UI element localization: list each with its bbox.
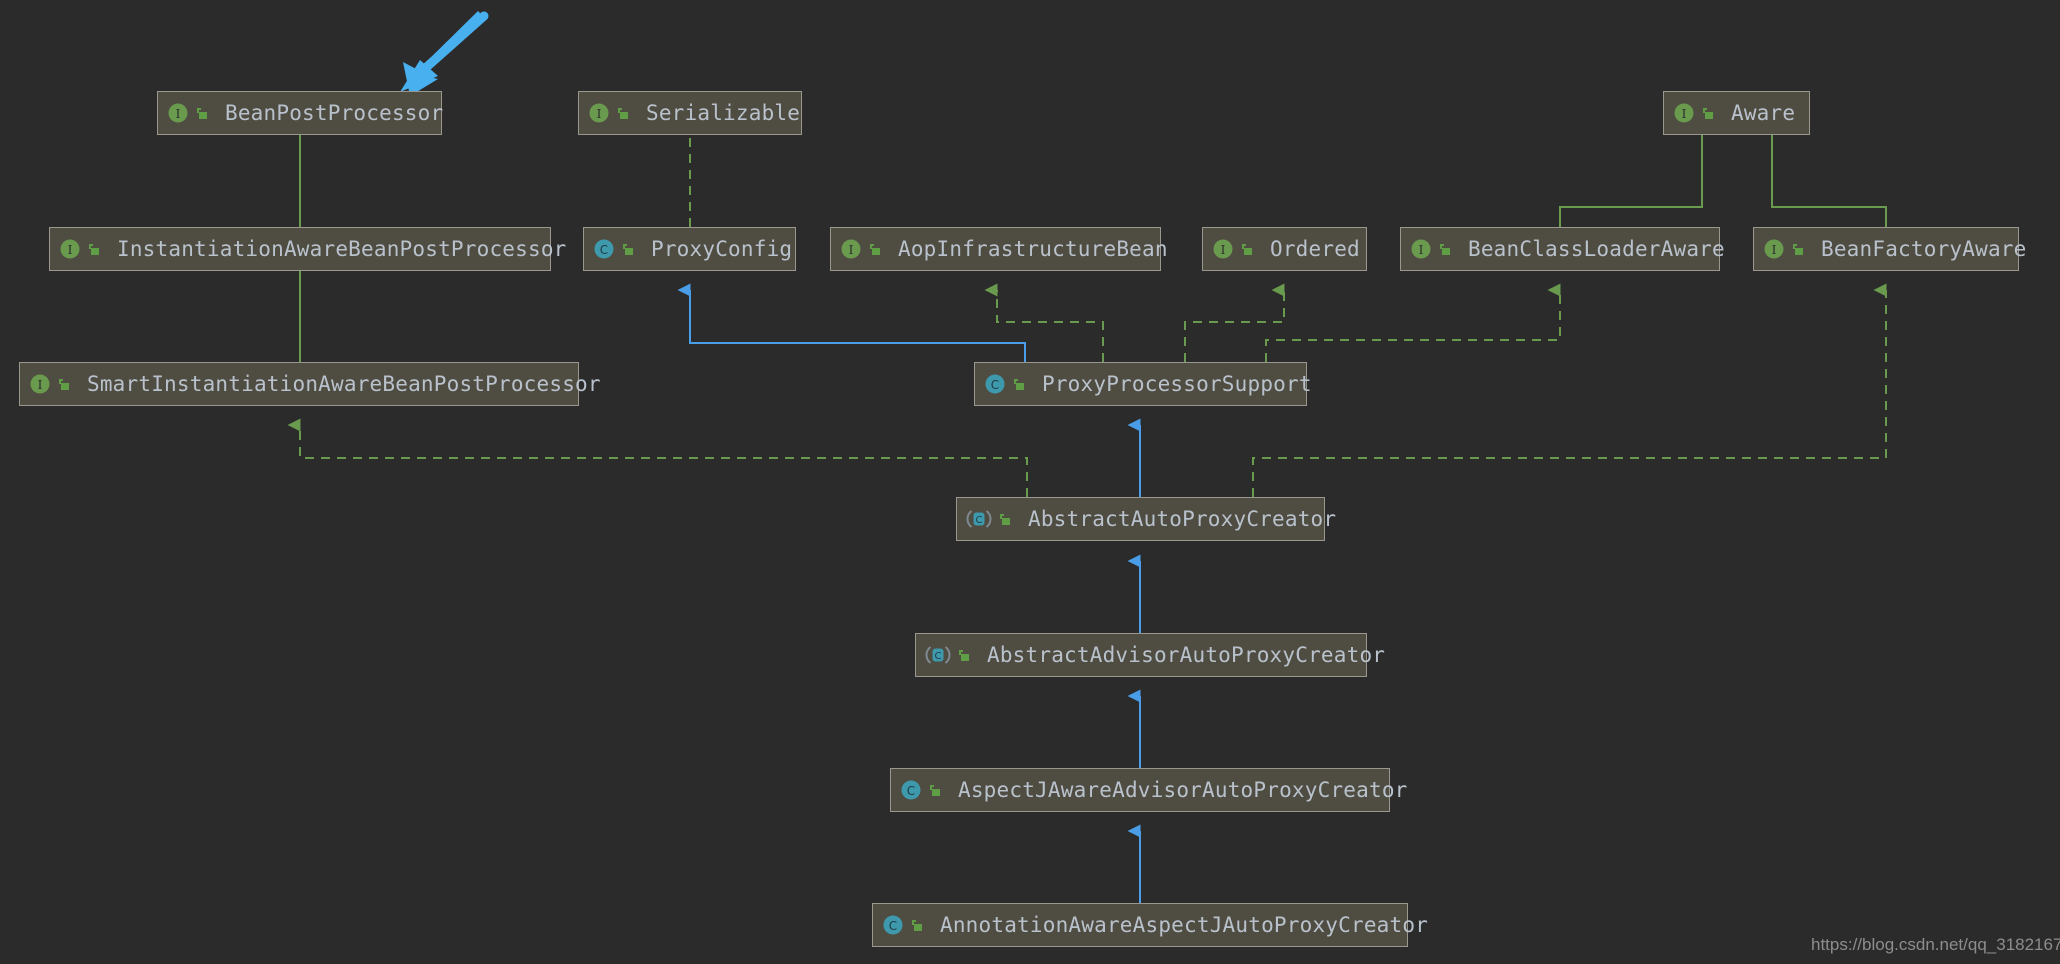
svg-text:I: I [38,378,43,392]
node-beanclassloaderaware[interactable]: I BeanClassLoaderAware [1400,227,1725,271]
edge-proxyprocessorsupport-to-beanclassloaderaware [1265,283,1561,362]
node-smartinstantiationawarebeanpostprocessor[interactable]: I SmartInstantiationAwareBeanPostProcess… [19,362,601,406]
lock-icon [615,105,630,121]
node-label: AbstractAutoProxyCreator [1028,506,1337,531]
svg-text:I: I [849,243,854,257]
blue-pointer-arrow [400,11,489,96]
svg-text:I: I [68,243,73,257]
svg-text:I: I [1772,243,1777,257]
interface-icon: I [1673,102,1695,124]
lock-icon [1790,241,1805,257]
node-aware[interactable]: I Aware [1663,91,1810,135]
node-label: Aware [1731,100,1796,125]
node-label: InstantiationAwareBeanPostProcessor [117,236,567,261]
node-label: AopInfrastructureBean [898,236,1168,261]
svg-text:I: I [1221,243,1226,257]
node-label: AnnotationAwareAspectJAutoProxyCreator [940,912,1429,937]
node-aspectjawareadvisorautoproxycreator[interactable]: C AspectJAwareAdvisorAutoProxyCreator [890,768,1407,812]
class-icon: C [984,373,1006,395]
svg-text:I: I [1419,243,1424,257]
node-beanpostprocessor[interactable]: I BeanPostProcessor [157,91,444,135]
node-serializable[interactable]: I Serializable [578,91,802,135]
edge-proxyprocessorsupport-to-proxyconfig [677,283,1026,362]
node-label: BeanPostProcessor [225,100,444,125]
interface-icon: I [1212,238,1234,260]
watermark: https://blog.csdn.net/qq_31821675 [1811,935,2060,954]
node-ordered[interactable]: I Ordered [1202,227,1367,271]
node-label: ProxyProcessorSupport [1042,371,1312,396]
edge-abstractautoproxycreator-to-beanfactoryaware [1252,283,1887,497]
node-label: BeanClassLoaderAware [1468,236,1725,261]
interface-icon: I [840,238,862,260]
node-label: Serializable [646,100,801,125]
lock-icon [867,241,882,257]
class-hierarchy-diagram: I BeanPostProcessor I Serializable I Awa… [0,0,2060,964]
svg-text:C: C [976,515,983,526]
node-label: BeanFactoryAware [1821,236,2027,261]
lock-icon [909,917,924,933]
interface-icon: I [167,102,189,124]
edge-proxyprocessorsupport-to-ordered [1184,283,1285,362]
lock-icon [620,241,635,257]
edge-layer [287,11,1887,903]
svg-text:I: I [176,107,181,121]
lock-icon [1239,241,1254,257]
node-proxyconfig[interactable]: C ProxyConfig [583,227,796,271]
svg-text:C: C [600,243,608,257]
lock-icon [1011,376,1026,392]
class-icon: C [593,238,615,260]
lock-icon [927,782,942,798]
svg-text:I: I [1682,107,1687,121]
svg-text:C: C [991,378,999,392]
svg-text:I: I [597,107,602,121]
node-annotationawareaspectjautoproxycreator[interactable]: C AnnotationAwareAspectJAutoProxyCreator [872,903,1428,947]
node-label: AbstractAdvisorAutoProxyCreator [987,642,1386,667]
lock-icon [1437,241,1452,257]
interface-icon: I [588,102,610,124]
svg-text:C: C [907,784,915,798]
node-label: AspectJAwareAdvisorAutoProxyCreator [958,777,1408,802]
node-beanfactoryaware[interactable]: I BeanFactoryAware [1753,227,2026,271]
node-label: Ordered [1270,236,1360,261]
interface-icon: I [1763,238,1785,260]
svg-text:C: C [889,919,897,933]
node-label: SmartInstantiationAwareBeanPostProcessor [87,371,601,396]
lock-icon [86,241,101,257]
lock-icon [997,511,1012,527]
node-instantiationawarebeanpostprocessor[interactable]: I InstantiationAwareBeanPostProcessor [49,227,566,271]
edge-beanfactoryaware-to-aware [1759,121,1887,227]
svg-text:C: C [935,651,942,662]
lock-icon [1700,105,1715,121]
interface-icon: I [1410,238,1432,260]
abstract-class-icon: C [925,644,951,666]
node-aopinfrastructurebean[interactable]: I AopInfrastructureBean [830,227,1168,271]
node-abstractautoproxycreator[interactable]: C AbstractAutoProxyCreator [956,497,1336,541]
node-abstractadvisorautoproxycreator[interactable]: C AbstractAdvisorAutoProxyCreator [915,633,1385,677]
node-label: ProxyConfig [651,236,793,261]
edge-proxyprocessorsupport-to-aopinfrastructurebean [984,283,1104,362]
edge-abstractautoproxycreator-to-smartinstantiationaware [287,418,1028,497]
lock-icon [956,647,971,663]
lock-icon [194,105,209,121]
lock-icon [56,376,71,392]
node-proxyprocessorsupport[interactable]: C ProxyProcessorSupport [974,362,1312,406]
interface-icon: I [29,373,51,395]
class-icon: C [900,779,922,801]
class-icon: C [882,914,904,936]
edge-beanclassloaderaware-to-aware [1559,121,1703,227]
abstract-class-icon: C [966,508,992,530]
interface-icon: I [59,238,81,260]
